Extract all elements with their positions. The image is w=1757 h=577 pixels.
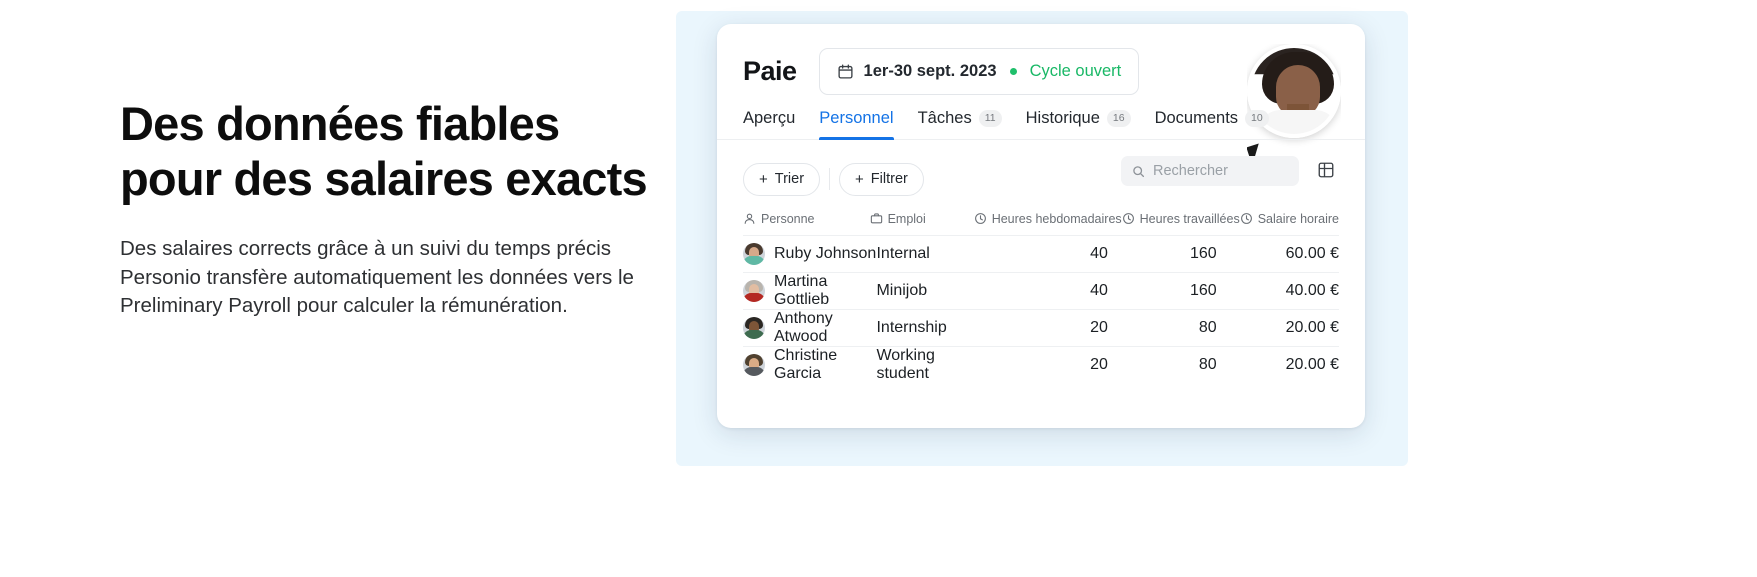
- sort-button-label: Trier: [774, 171, 805, 187]
- cell-weekly-hours: 20: [1090, 319, 1108, 336]
- cell-weekly-hours: 20: [1090, 356, 1108, 373]
- tab-badge: 11: [978, 109, 1002, 128]
- column-header-personne[interactable]: Personne: [743, 212, 870, 226]
- column-header-salaire-horaire[interactable]: Salaire horaire: [1240, 212, 1339, 226]
- table-row[interactable]: Anthony Atwood Internship 20 80 20.00 €: [743, 309, 1339, 346]
- column-header-heures-hebdomadaires[interactable]: Heures hebdomadaires: [974, 212, 1122, 226]
- table-row[interactable]: Ruby Johnson Internal 40 160 60.00 €: [743, 235, 1339, 272]
- cell-worked-hours: 160: [1190, 245, 1217, 262]
- toolbar-divider: [829, 168, 831, 190]
- app-logo: Paie: [743, 55, 797, 86]
- headline-line-1: Des données fiables: [120, 97, 560, 150]
- clock-icon: [974, 212, 987, 225]
- filter-button[interactable]: + Filtrer: [839, 162, 924, 196]
- payroll-app-card: Paie 1er-30 sept. 2023 Cycle ouvert Aper…: [717, 24, 1365, 428]
- app-header: Paie 1er-30 sept. 2023 Cycle ouvert: [717, 24, 1365, 166]
- tab-label: Documents: [1154, 109, 1239, 127]
- sort-button[interactable]: + Trier: [743, 162, 821, 196]
- cell-worked-hours: 80: [1198, 356, 1217, 373]
- avatar: [743, 354, 765, 376]
- paragraph-line-1: Des salaires corrects grâce à un suivi d…: [120, 237, 612, 260]
- tab-label: Personnel: [819, 109, 894, 127]
- table-row[interactable]: Martina Gottlieb Minijob 40 160 40.00 €: [743, 272, 1339, 309]
- briefcase-icon: [870, 212, 883, 225]
- tab-taches[interactable]: Tâches 11: [918, 109, 1002, 139]
- tab-label: Historique: [1025, 109, 1100, 127]
- tab-apercu[interactable]: Aperçu: [743, 109, 795, 139]
- table-row[interactable]: Christine Garcia Working student 20 80 2…: [743, 346, 1339, 383]
- tab-bar: Aperçu Personnel Tâches 11 Historique 16…: [717, 100, 1365, 140]
- column-label: Emploi: [887, 211, 926, 226]
- person-name: Martina Gottlieb: [774, 273, 830, 308]
- search-box[interactable]: [1121, 156, 1299, 186]
- cell-job: Internship: [876, 319, 947, 336]
- cell-job: Minijob: [876, 282, 928, 299]
- cell-weekly-hours: 40: [1090, 245, 1108, 262]
- plus-icon: +: [759, 170, 768, 188]
- clock-icon: [1240, 212, 1253, 225]
- person-name: Anthony Atwood: [774, 310, 833, 345]
- cell-hourly-rate: 40.00 €: [1285, 282, 1339, 299]
- calendar-icon: [837, 63, 854, 80]
- filter-button-label: Filtrer: [870, 171, 908, 187]
- column-label: Salaire horaire: [1257, 211, 1339, 226]
- cell-weekly-hours: 40: [1090, 282, 1108, 299]
- avatar: [743, 280, 765, 302]
- tab-badge: 16: [1106, 109, 1131, 128]
- plus-icon: +: [855, 170, 864, 188]
- cell-hourly-rate: 20.00 €: [1285, 356, 1339, 373]
- date-range-picker[interactable]: 1er-30 sept. 2023 Cycle ouvert: [818, 47, 1140, 95]
- search-input[interactable]: [1153, 163, 1288, 179]
- grid-icon: [1317, 161, 1335, 179]
- grid-view-button[interactable]: [1313, 157, 1339, 183]
- employees-table: Personne Emploi Heures hebdomadaires Heu…: [717, 202, 1365, 383]
- status-dot-icon: [1009, 67, 1017, 75]
- column-label: Personne: [761, 211, 815, 226]
- column-label: Heures travaillées: [1139, 211, 1240, 226]
- cell-person: Ruby Johnson: [743, 243, 876, 265]
- table-header-row: Personne Emploi Heures hebdomadaires Heu…: [743, 202, 1339, 235]
- page-root: Des données fiables pour des salaires ex…: [0, 0, 1757, 577]
- column-label: Heures hebdomadaires: [991, 211, 1122, 226]
- tab-historique[interactable]: Historique 16: [1026, 109, 1131, 139]
- paragraph-line-3: Preliminary Payroll pour calculer la rém…: [120, 294, 568, 318]
- person-name: Ruby Johnson: [774, 245, 877, 262]
- search-icon: [1132, 165, 1145, 178]
- person-name: Christine Garcia: [774, 347, 838, 382]
- cell-person: Martina Gottlieb: [743, 273, 876, 309]
- hero-paragraph: Des salaires corrects grâce à un suivi d…: [120, 235, 680, 321]
- hero-copy: Des données fiables pour des salaires ex…: [120, 96, 680, 321]
- column-header-emploi[interactable]: Emploi: [870, 212, 974, 226]
- tab-label: Tâches: [917, 109, 972, 127]
- tab-badge: 10: [1245, 109, 1269, 128]
- cell-hourly-rate: 20.00 €: [1285, 319, 1339, 336]
- page-title: Des données fiables pour des salaires ex…: [120, 96, 680, 206]
- table-toolbar: + Trier + Filtrer: [717, 140, 1365, 202]
- avatar: [743, 243, 765, 265]
- paragraph-line-2: Personio transfère automatiquement les d…: [120, 265, 634, 289]
- date-range-value: 1er-30 sept. 2023: [863, 61, 997, 80]
- tab-label: Aperçu: [743, 109, 796, 127]
- cell-job: Internal: [876, 245, 930, 262]
- clock-icon: [1122, 212, 1135, 225]
- cell-worked-hours: 160: [1190, 282, 1217, 299]
- tab-personnel[interactable]: Personnel: [819, 109, 894, 140]
- headline-line-2: pour des salaires exacts: [120, 152, 648, 205]
- tab-documents[interactable]: Documents 10: [1155, 109, 1269, 139]
- column-header-heures-travaillees[interactable]: Heures travaillées: [1122, 212, 1240, 226]
- avatar: [743, 317, 765, 339]
- cell-job: Working student: [876, 347, 935, 382]
- person-icon: [743, 212, 756, 225]
- status-badge: Cycle ouvert: [1029, 61, 1122, 80]
- cell-person: Christine Garcia: [743, 347, 876, 383]
- cell-person: Anthony Atwood: [743, 310, 876, 346]
- cell-hourly-rate: 60.00 €: [1285, 245, 1339, 262]
- cell-worked-hours: 80: [1198, 319, 1217, 336]
